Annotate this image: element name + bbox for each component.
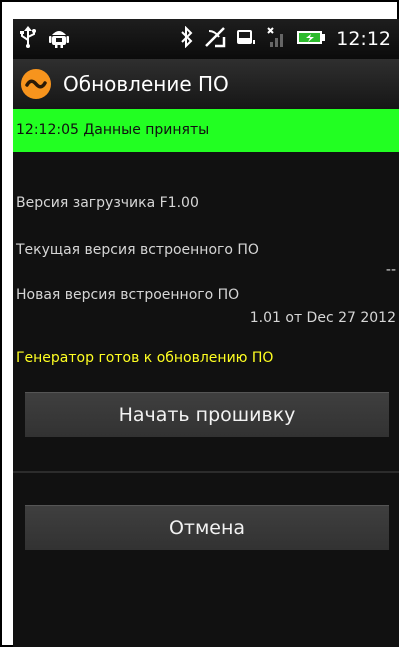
bluetooth-icon [180,25,194,52]
new-firmware-label: Новая версия встроенного ПО [16,287,240,303]
status-banner: 12:12:05 Данные приняты [13,109,399,152]
signal-off-icon [204,26,226,52]
page-title: Обновление ПО [63,72,229,96]
app-logo-icon[interactable] [21,69,51,99]
status-left-icons [19,26,69,52]
bootloader-version-label: Версия загрузчика F1.00 [16,195,199,211]
status-bar: 12:12 [13,19,399,59]
new-firmware-value: 1.01 от Dec 27 2012 [249,310,396,326]
divider [13,471,399,473]
current-firmware-label: Текущая версия встроенного ПО [16,242,259,258]
android-debug-icon [49,26,69,52]
battery-charging-icon [296,26,326,52]
current-firmware-value: -- [385,262,396,278]
start-flash-button[interactable]: Начать прошивку [25,392,389,437]
status-time: 12:12 [336,28,391,50]
phone-screen: 12:12 Обновление ПО 12:12:05 Данные прин… [13,19,399,647]
status-right-icons: 12:12 [180,25,391,52]
usb-icon [19,26,37,52]
cancel-button[interactable]: Отмена [25,505,389,550]
action-bar: Обновление ПО [13,59,399,109]
no-signal-icon [266,26,286,52]
ready-message: Генератор готов к обновлению ПО [16,350,274,366]
main-content: 12:12:05 Данные приняты Версия загрузчик… [13,109,399,647]
storage-icon [236,26,256,52]
